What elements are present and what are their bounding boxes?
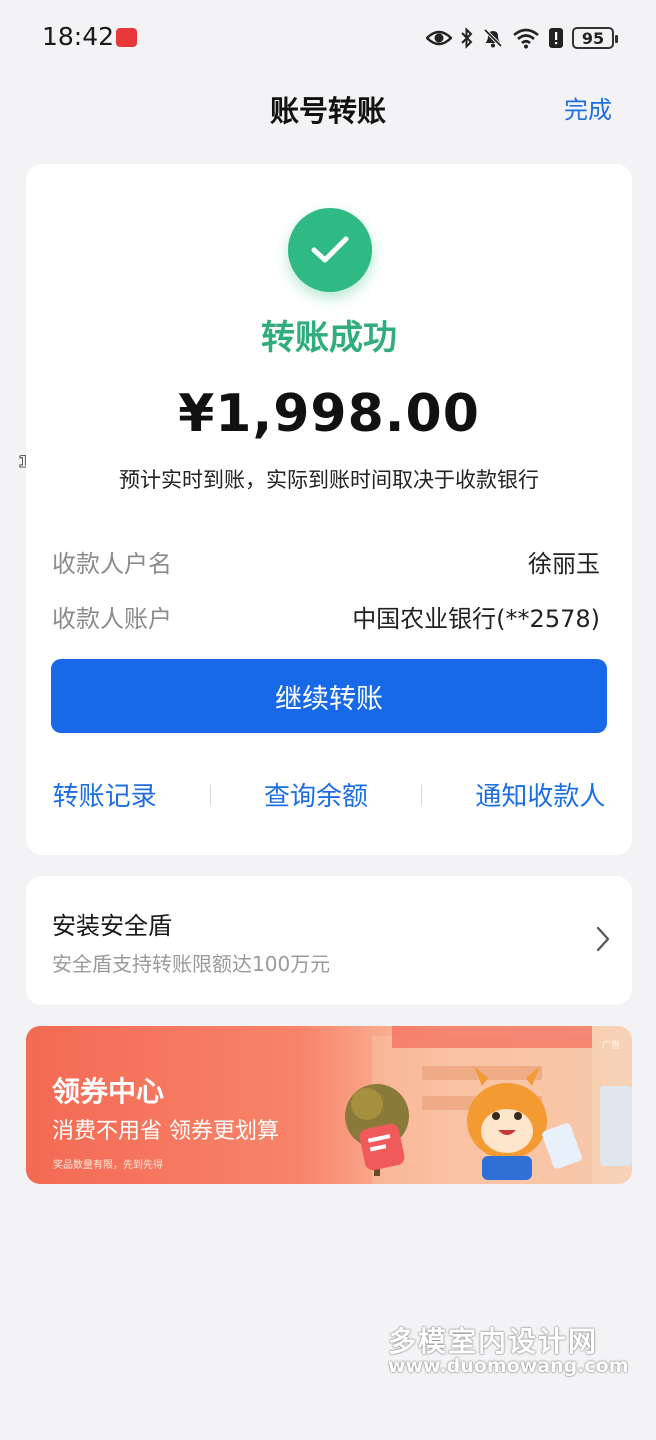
payee-name-label: 收款人户名	[52, 550, 172, 578]
chevron-right-icon	[596, 926, 610, 952]
alert-icon	[549, 28, 563, 48]
transfer-result-card: 转账成功 ¥1,998.00 预计实时到账，实际到账时间取决于收款银行 收款人户…	[26, 164, 632, 855]
status-icons: 95	[426, 24, 618, 52]
bell-off-icon	[483, 28, 503, 48]
wifi-icon	[513, 28, 539, 49]
done-button[interactable]: 完成	[564, 90, 612, 125]
arrival-note: 预计实时到账，实际到账时间取决于收款银行	[119, 468, 539, 492]
security-title: 安装安全盾	[52, 912, 172, 940]
banner-illustration	[345, 1026, 632, 1184]
transfer-amount: ¥1,998.00	[178, 384, 480, 444]
app-notification-icon	[116, 28, 137, 47]
check-balance-link[interactable]: 查询余额	[264, 776, 368, 813]
continue-transfer-button[interactable]: 继续转账	[51, 659, 607, 733]
battery-icon: 95	[572, 27, 618, 49]
site-watermark-name: 多模室内设计网	[388, 1325, 599, 1358]
eye-icon	[426, 30, 452, 46]
banner-subtitle: 消费不用省 领券更划算	[52, 1119, 279, 1144]
notify-payee-link[interactable]: 通知收款人	[475, 776, 605, 813]
status-bar: 18:42 95	[0, 0, 656, 76]
security-subtitle: 安全盾支持转账限额达100万元	[52, 952, 331, 976]
success-check-icon	[288, 208, 372, 292]
payee-account-value: 中国农业银行(**2578)	[352, 605, 600, 633]
action-divider	[209, 784, 211, 805]
ad-tag: 广告	[601, 1041, 620, 1051]
bluetooth-icon	[461, 27, 473, 49]
banner-fine-print: 奖品数量有限，先到先得	[53, 1160, 163, 1171]
payee-account-row: 收款人账户 中国农业银行(**2578)	[52, 599, 600, 634]
page-title: 账号转账	[269, 94, 386, 128]
success-status-text: 转账成功	[261, 318, 397, 358]
action-divider	[421, 784, 423, 805]
transfer-records-link[interactable]: 转账记录	[53, 776, 157, 813]
status-time: 18:42	[42, 22, 115, 51]
site-watermark-url: www.duomowang.com	[388, 1355, 629, 1377]
coupon-center-banner[interactable]: 领券中心 消费不用省 领券更划算 奖品数量有限，先到先得 广告	[26, 1026, 632, 1184]
payee-account-label: 收款人账户	[52, 605, 172, 633]
install-security-shield-card[interactable]: 安装安全盾 安全盾支持转账限额达100万元	[26, 876, 632, 1005]
result-actions: 转账记录 查询余额 通知收款人	[26, 776, 632, 813]
payee-name-row: 收款人户名 徐丽玉	[52, 544, 600, 579]
banner-title: 领券中心	[52, 1075, 165, 1108]
payee-name-value: 徐丽玉	[528, 550, 600, 578]
